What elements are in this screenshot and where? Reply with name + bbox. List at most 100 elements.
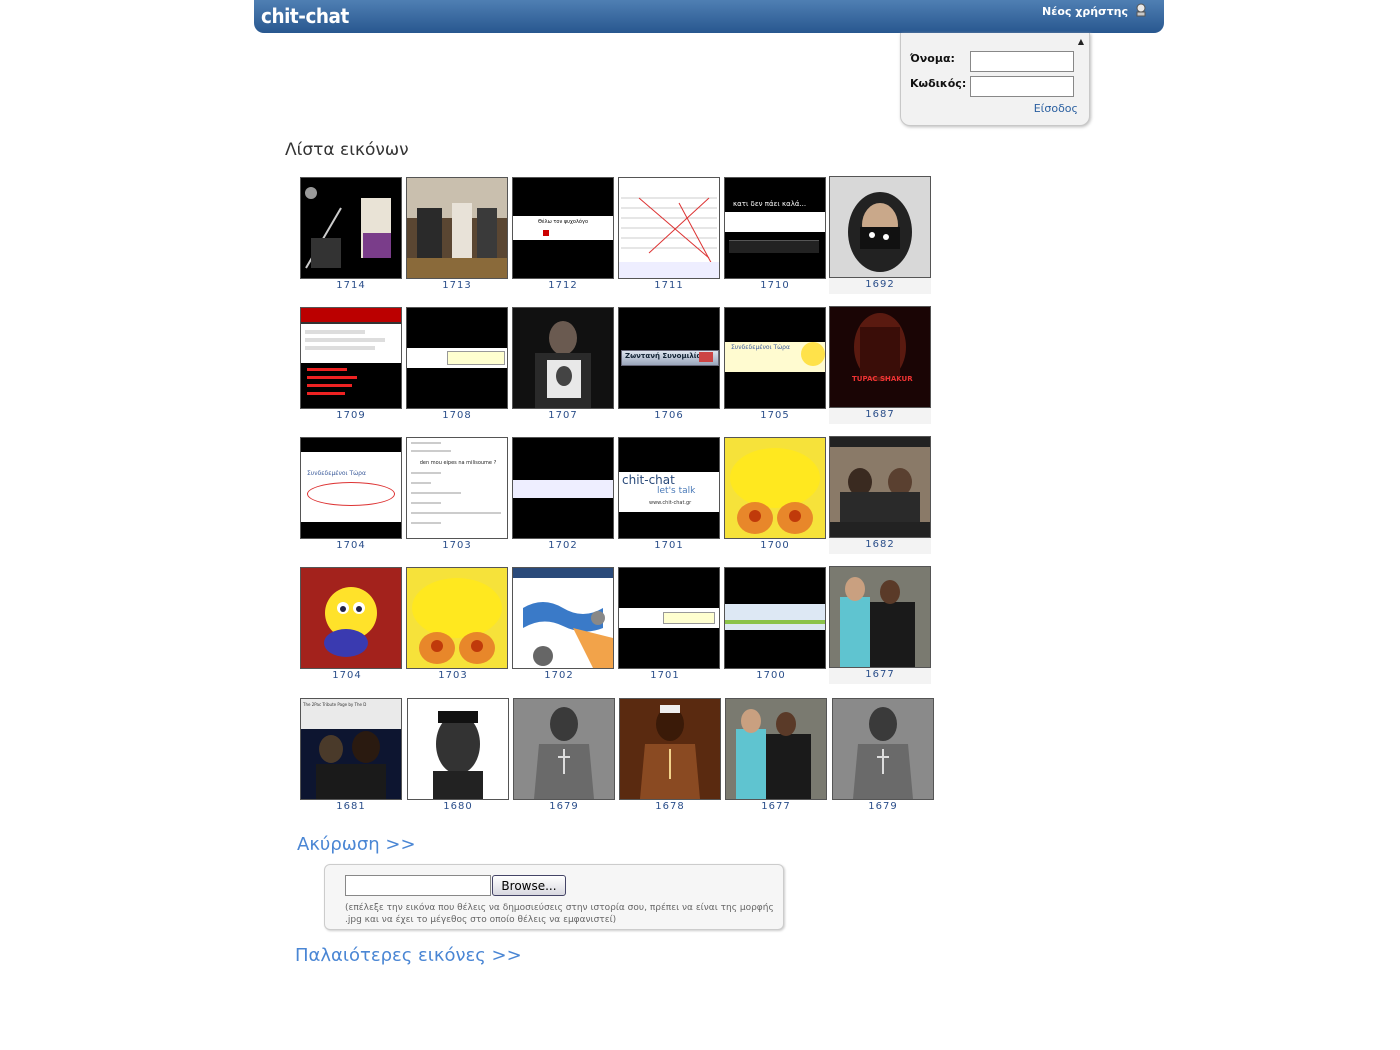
older-images-link[interactable]: Παλαιότερες εικόνες >> bbox=[295, 945, 522, 966]
image-id[interactable]: 1712 bbox=[512, 280, 614, 291]
group-photo-thumb[interactable] bbox=[829, 436, 931, 538]
image-thumb[interactable]: 1713 bbox=[406, 177, 508, 291]
image-thumb[interactable]: κατι δεν πάει καλά... 1710 bbox=[724, 177, 826, 291]
chit-chat-logo-thumb[interactable]: chit-chat let's talk www.chit-chat.gr bbox=[618, 437, 720, 539]
password-input[interactable] bbox=[970, 76, 1074, 97]
image-thumb[interactable]: 1701 bbox=[618, 567, 720, 681]
chat-screenshot-thumb[interactable] bbox=[300, 307, 402, 409]
image-id[interactable]: 1703 bbox=[406, 540, 508, 551]
image-id[interactable]: 1700 bbox=[724, 540, 826, 551]
group-photo-thumb[interactable] bbox=[829, 566, 931, 668]
portrait-photo-thumb[interactable]: The 2Pac Tribute Page by The D bbox=[300, 698, 402, 800]
image-thumb[interactable]: 1711 bbox=[618, 177, 720, 291]
image-thumb[interactable]: 1707 bbox=[512, 307, 614, 421]
image-id[interactable]: 1701 bbox=[618, 540, 720, 551]
image-thumb[interactable]: 1700 bbox=[724, 437, 826, 551]
photo-room-thumb[interactable] bbox=[406, 177, 508, 279]
tweety-thumb[interactable] bbox=[724, 437, 826, 539]
chat-log-thumb[interactable]: den mou eipes na milisoume ? bbox=[406, 437, 508, 539]
infographic-thumb[interactable] bbox=[512, 567, 614, 669]
chat-banner-thumb[interactable]: Ζωντανή Συνομιλία bbox=[618, 307, 720, 409]
chat-screenshot-thumb[interactable]: Συνδεδεμένοι Τώρα bbox=[300, 437, 402, 539]
image-thumb[interactable]: 1708 bbox=[406, 307, 508, 421]
image-thumb[interactable]: 1677 bbox=[725, 698, 827, 812]
new-user-link[interactable]: Νέος χρήστης bbox=[1042, 5, 1128, 18]
image-id[interactable]: 1711 bbox=[618, 280, 720, 291]
chat-screenshot-thumb[interactable]: Συνδεδεμένοι Τώρα bbox=[724, 307, 826, 409]
poster-thumb[interactable]: TUPAC SHAKUR bbox=[829, 306, 931, 408]
portrait-photo-thumb[interactable] bbox=[512, 307, 614, 409]
collapse-arrow-icon[interactable]: ▲ bbox=[1078, 37, 1084, 46]
image-id[interactable]: 1705 bbox=[724, 410, 826, 421]
image-id[interactable]: 1682 bbox=[829, 539, 931, 550]
portrait-photo-thumb[interactable] bbox=[407, 698, 509, 800]
image-thumb[interactable]: 1682 bbox=[829, 436, 931, 554]
image-thumb[interactable]: 1680 bbox=[407, 698, 509, 812]
image-id[interactable]: 1681 bbox=[300, 801, 402, 812]
image-id[interactable]: 1679 bbox=[513, 801, 615, 812]
chat-screenshot-thumb[interactable]: Θέλω τον ψυχολόγο bbox=[512, 177, 614, 279]
image-id[interactable]: 1709 bbox=[300, 410, 402, 421]
masked-person-thumb[interactable] bbox=[829, 176, 931, 278]
image-id[interactable]: 1677 bbox=[725, 801, 827, 812]
image-thumb[interactable]: chit-chat let's talk www.chit-chat.gr 17… bbox=[618, 437, 720, 551]
image-thumb[interactable]: 1704 bbox=[300, 567, 402, 681]
image-id[interactable]: 1702 bbox=[512, 540, 614, 551]
image-thumb[interactable]: 1677 bbox=[829, 566, 931, 684]
image-thumb[interactable]: 1679 bbox=[513, 698, 615, 812]
portrait-photo-thumb[interactable] bbox=[832, 698, 934, 800]
file-path-input[interactable] bbox=[345, 875, 491, 896]
samurai-art-thumb[interactable] bbox=[300, 177, 402, 279]
image-id[interactable]: 1702 bbox=[512, 670, 606, 681]
browse-button[interactable]: Browse... bbox=[492, 875, 566, 896]
image-thumb[interactable]: Θέλω τον ψυχολόγο 1712 bbox=[512, 177, 614, 291]
image-id[interactable]: 1680 bbox=[407, 801, 509, 812]
image-id[interactable]: 1700 bbox=[724, 670, 818, 681]
tweety-thumb[interactable] bbox=[406, 567, 508, 669]
image-id[interactable]: 1701 bbox=[618, 670, 712, 681]
portrait-photo-thumb[interactable] bbox=[513, 698, 615, 800]
image-id[interactable]: 1678 bbox=[619, 801, 721, 812]
image-id[interactable]: 1713 bbox=[406, 280, 508, 291]
login-button[interactable]: Είσοδος bbox=[1034, 102, 1078, 115]
image-id[interactable]: 1687 bbox=[829, 409, 931, 420]
image-thumb[interactable]: 1709 bbox=[300, 307, 402, 421]
image-thumb[interactable]: 1703 bbox=[406, 567, 508, 681]
image-id[interactable]: 1677 bbox=[829, 669, 931, 680]
image-thumb[interactable]: 1702 bbox=[512, 437, 614, 551]
tweety-thumb[interactable] bbox=[300, 567, 402, 669]
image-thumb[interactable]: 1702 bbox=[512, 567, 614, 681]
image-id[interactable]: 1710 bbox=[724, 280, 826, 291]
group-photo-thumb[interactable] bbox=[725, 698, 827, 800]
portrait-photo-thumb[interactable] bbox=[619, 698, 721, 800]
site-logo[interactable]: chit-chat bbox=[261, 4, 349, 28]
cancel-link[interactable]: Ακύρωση >> bbox=[297, 834, 416, 855]
image-id[interactable]: 1704 bbox=[300, 540, 402, 551]
username-input[interactable] bbox=[970, 51, 1074, 72]
chat-screenshot-thumb[interactable]: κατι δεν πάει καλά... bbox=[724, 177, 826, 279]
image-id[interactable]: 1714 bbox=[300, 280, 402, 291]
image-id[interactable]: 1679 bbox=[832, 801, 934, 812]
chat-screenshot-thumb[interactable] bbox=[618, 177, 720, 279]
image-thumb[interactable]: 1714 bbox=[300, 177, 402, 291]
image-thumb[interactable]: 1700 bbox=[724, 567, 826, 681]
image-id[interactable]: 1704 bbox=[300, 670, 394, 681]
image-thumb[interactable]: 1692 bbox=[829, 176, 931, 294]
image-id[interactable]: 1707 bbox=[512, 410, 614, 421]
chat-screenshot-thumb[interactable] bbox=[724, 567, 826, 669]
image-thumb[interactable]: 1678 bbox=[619, 698, 721, 812]
image-thumb[interactable]: Συνδεδεμένοι Τώρα 1704 bbox=[300, 437, 402, 551]
image-id[interactable]: 1703 bbox=[406, 670, 500, 681]
image-thumb[interactable]: Συνδεδεμένοι Τώρα 1705 bbox=[724, 307, 826, 421]
chat-screenshot-thumb[interactable] bbox=[406, 307, 508, 409]
image-thumb[interactable]: TUPAC SHAKUR 1687 bbox=[829, 306, 931, 424]
image-thumb[interactable]: den mou eipes na milisoume ? 1703 bbox=[406, 437, 508, 551]
user-icon[interactable] bbox=[1134, 3, 1148, 17]
image-id[interactable]: 1708 bbox=[406, 410, 508, 421]
image-id[interactable]: 1706 bbox=[618, 410, 720, 421]
chat-screenshot-thumb[interactable] bbox=[512, 437, 614, 539]
image-thumb[interactable]: 1679 bbox=[832, 698, 934, 812]
image-thumb[interactable]: Ζωντανή Συνομιλία 1706 bbox=[618, 307, 720, 421]
chat-screenshot-thumb[interactable] bbox=[618, 567, 720, 669]
image-thumb[interactable]: The 2Pac Tribute Page by The D 1681 bbox=[300, 698, 402, 812]
